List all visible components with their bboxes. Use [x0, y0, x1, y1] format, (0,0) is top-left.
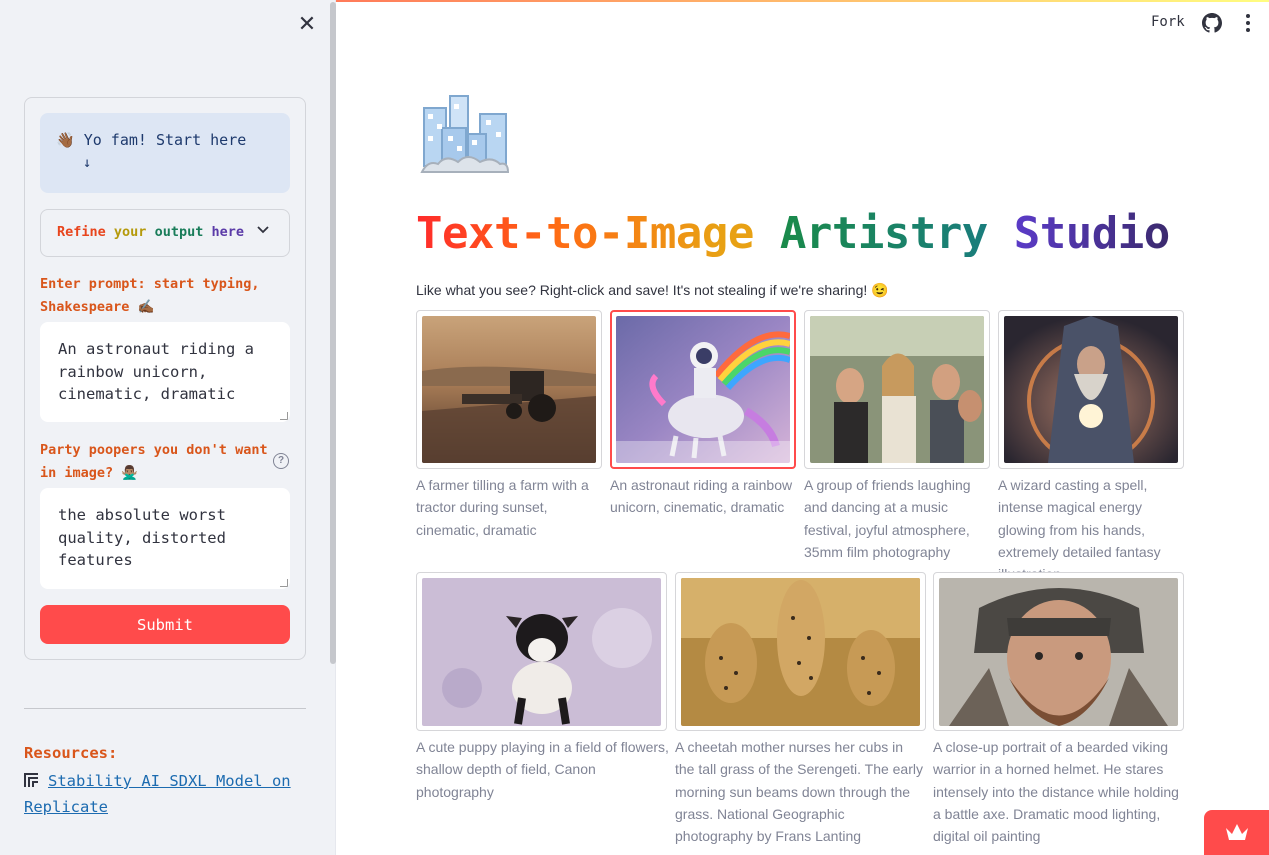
- cityscape-icon: [420, 95, 510, 173]
- page-title: Text-to-Image Artistry Studio: [416, 208, 1170, 259]
- resources-link-row: Stability AI SDXL Model on Replicate: [24, 768, 314, 820]
- wave-emoji: 👋🏾: [56, 131, 75, 149]
- title-part-3: Studio: [1013, 208, 1170, 259]
- resources-title: Resources:: [24, 744, 118, 762]
- image-caption: A wizard casting a spell, intense magica…: [998, 477, 1161, 582]
- image-frame-selected: [610, 310, 796, 469]
- title-part-1: Text-to-Image: [416, 208, 754, 259]
- crown-icon: [1226, 824, 1248, 840]
- info-text: Yo fam! Start here: [83, 131, 247, 149]
- sidebar-scrollbar[interactable]: [330, 2, 336, 664]
- down-arrow-icon: ↓: [83, 155, 92, 171]
- image-frame: [933, 572, 1184, 731]
- wizard-spell-image[interactable]: [1004, 316, 1178, 463]
- image-caption: An astronaut riding a rainbow unicorn, c…: [610, 477, 793, 516]
- image-caption: A close-up portrait of a bearded viking …: [933, 739, 1179, 845]
- prompt-form: 👋🏾 Yo fam! Start here ↓ Refine your outp…: [24, 97, 306, 660]
- image-frame: [675, 572, 926, 731]
- negative-prompt-label: Party poopers you don't want in image? 🙅…: [40, 442, 268, 481]
- fork-button[interactable]: Fork: [1151, 14, 1185, 30]
- prompt-label: Enter prompt: start typing, Shakespeare …: [40, 276, 260, 315]
- negative-prompt-value: the absolute worst quality, distorted fe…: [58, 506, 226, 569]
- refine-output-expander[interactable]: Refine your output here: [40, 209, 290, 257]
- prompt-input-value: An astronaut riding a rainbow unicorn, c…: [58, 340, 254, 403]
- image-frame: [804, 310, 990, 469]
- sidebar-divider: [24, 708, 306, 709]
- chevron-down-icon: [257, 223, 269, 237]
- viking-warrior-image[interactable]: [939, 578, 1178, 726]
- title-part-2: Artistry: [779, 208, 988, 259]
- streamlit-badge[interactable]: [1204, 810, 1269, 855]
- kebab-menu-icon[interactable]: [1238, 12, 1258, 34]
- page-subtitle: Like what you see? Right-click and save!…: [416, 282, 889, 298]
- image-caption: A cheetah mother nurses her cubs in the …: [675, 739, 923, 845]
- expander-word-4: here: [211, 224, 245, 240]
- astronaut-unicorn-image[interactable]: [616, 316, 790, 463]
- farmer-tractor-image[interactable]: [422, 316, 596, 463]
- github-icon[interactable]: [1202, 13, 1222, 33]
- prompt-input[interactable]: An astronaut riding a rainbow unicorn, c…: [40, 322, 290, 422]
- info-box: 👋🏾 Yo fam! Start here ↓: [40, 113, 290, 193]
- submit-button[interactable]: Submit: [40, 605, 290, 644]
- image-caption: A farmer tilling a farm with a tractor d…: [416, 477, 589, 538]
- sdxl-model-link[interactable]: Stability AI SDXL Model on Replicate: [24, 772, 291, 816]
- image-caption: A group of friends laughing and dancing …: [804, 477, 971, 560]
- negative-prompt-input[interactable]: the absolute worst quality, distorted fe…: [40, 488, 290, 589]
- resize-handle[interactable]: [280, 412, 288, 420]
- image-frame: [416, 310, 602, 469]
- help-circle-icon[interactable]: ?: [273, 453, 289, 469]
- expander-word-1: Refine: [57, 224, 106, 240]
- expander-word-3: output: [154, 224, 204, 240]
- image-frame: [998, 310, 1184, 469]
- stability-logo-icon: [24, 773, 38, 787]
- expander-word-2: your: [113, 224, 147, 240]
- close-icon[interactable]: ✕: [296, 14, 318, 36]
- cheetah-cubs-image[interactable]: [681, 578, 920, 726]
- image-caption: A cute puppy playing in a field of flowe…: [416, 739, 669, 800]
- puppy-flowers-image[interactable]: [422, 578, 661, 726]
- sidebar: ✕ 👋🏾 Yo fam! Start here ↓ Refine your ou…: [0, 0, 336, 855]
- image-frame: [416, 572, 667, 731]
- app-window: ✕ 👋🏾 Yo fam! Start here ↓ Refine your ou…: [0, 0, 1269, 855]
- festival-friends-image[interactable]: [810, 316, 984, 463]
- resize-handle[interactable]: [280, 579, 288, 587]
